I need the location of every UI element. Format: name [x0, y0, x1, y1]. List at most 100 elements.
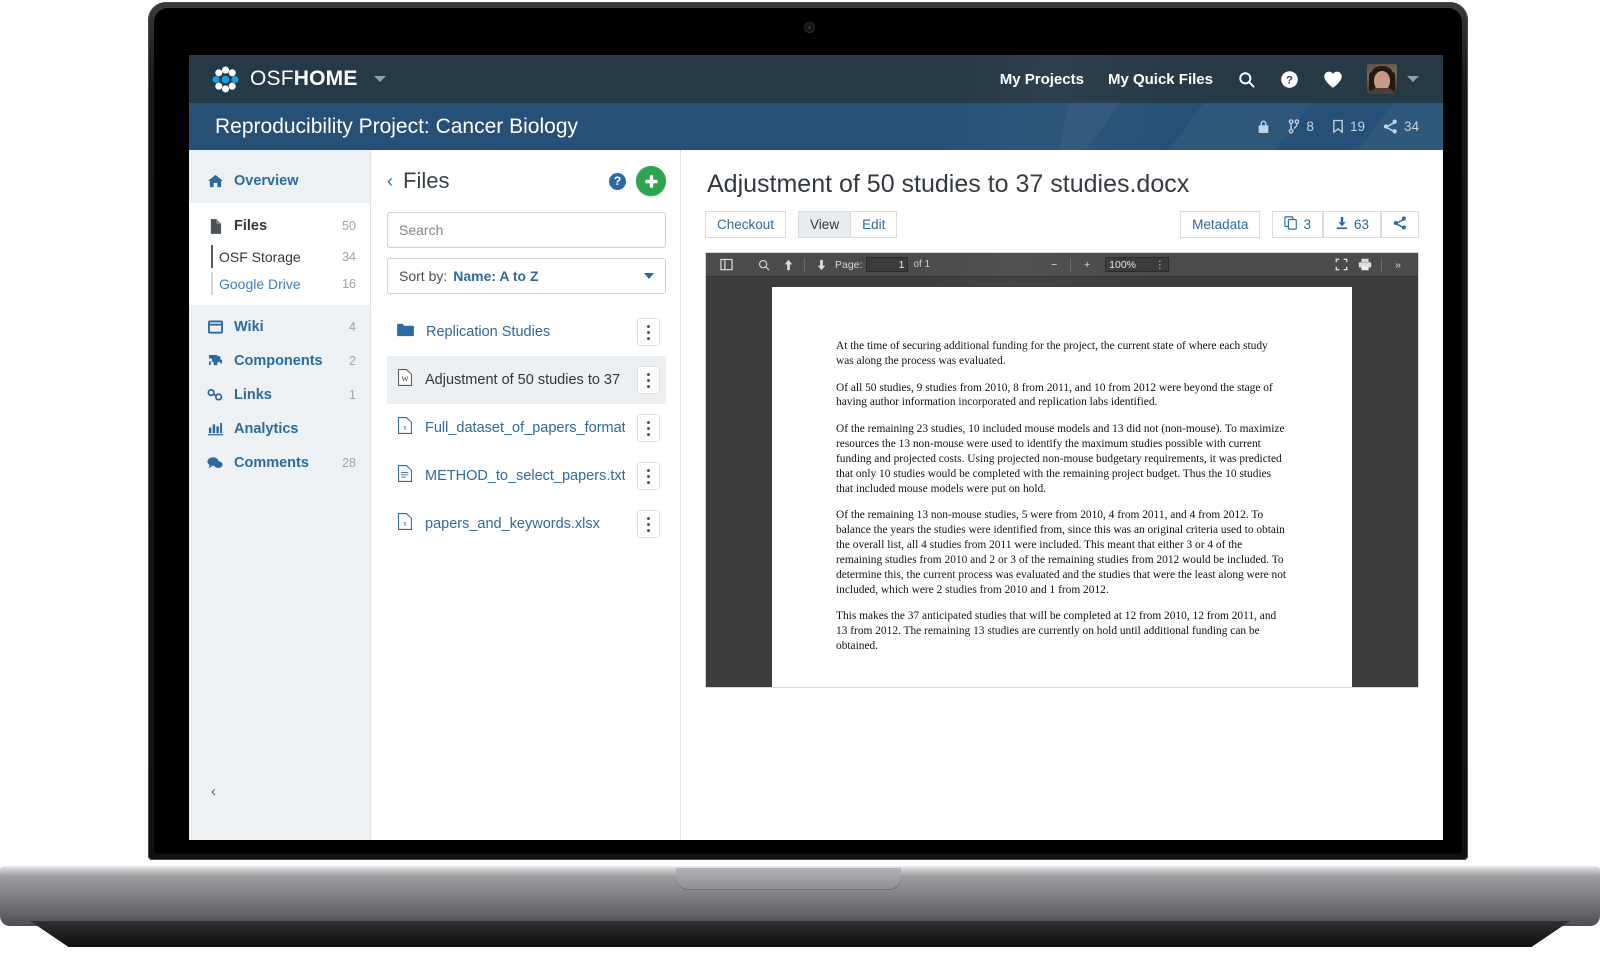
list-item-label: papers_and_keywords.xlsx — [425, 516, 600, 532]
sidebar-item-comments-label: Comments — [234, 455, 309, 471]
zoom-level-select[interactable]: 100% ⋮ — [1105, 257, 1170, 272]
sidebar-collapse-chevron-left-icon[interactable]: ‹ — [211, 783, 216, 800]
project-sidebar: Overview Files 50 OSF Storage 34 Google … — [189, 150, 371, 840]
folder-icon — [397, 323, 414, 342]
list-item-label: Adjustment of 50 studies to 37 — [425, 372, 621, 388]
list-item[interactable]: METHOD_to_select_papers.txt — [387, 452, 666, 500]
document-page: At the time of securing additional fundi… — [772, 287, 1352, 687]
row-menu-button[interactable] — [637, 510, 660, 538]
arrow-up-icon[interactable] — [776, 255, 800, 275]
row-menu-button[interactable] — [637, 462, 660, 490]
sidebar-toggle-icon[interactable] — [714, 255, 738, 275]
sidebar-item-comments[interactable]: Comments 28 — [189, 446, 370, 480]
checkout-button[interactable]: Checkout — [705, 211, 787, 238]
pdf-page-stage[interactable]: At the time of securing additional fundi… — [706, 277, 1418, 687]
zoom-in-button[interactable]: + — [1075, 255, 1099, 275]
app-body: Overview Files 50 OSF Storage 34 Google … — [189, 150, 1443, 840]
help-icon[interactable]: ? — [1280, 70, 1299, 89]
laptop-notch — [676, 868, 901, 890]
sidebar-item-analytics[interactable]: Analytics — [189, 412, 370, 446]
sidebar-item-google-drive[interactable]: Google Drive 16 — [189, 270, 370, 297]
list-item[interactable]: x Full_dataset_of_papers_formatt — [387, 404, 666, 452]
user-menu-chevron-down-icon[interactable] — [1407, 76, 1419, 82]
sidebar-item-comments-count: 28 — [342, 456, 356, 470]
list-item[interactable]: Replication Studies — [387, 308, 666, 356]
sidebar-item-wiki-label: Wiki — [234, 319, 264, 335]
sidebar-item-google-drive-count: 16 — [342, 276, 356, 291]
metadata-button[interactable]: Metadata — [1180, 211, 1261, 238]
chevron-left-icon[interactable]: ‹ — [387, 172, 393, 190]
lock-icon[interactable] — [1257, 119, 1270, 134]
list-item[interactable]: W Adjustment of 50 studies to 37 — [387, 356, 666, 404]
osf-home-brand[interactable]: OSFHOME — [211, 65, 386, 94]
file-actions: Metadata 3 63 — [1180, 211, 1419, 238]
comments-icon — [207, 456, 223, 470]
share-count[interactable]: 34 — [1383, 119, 1419, 134]
list-item-label: Replication Studies — [426, 324, 551, 340]
help-icon[interactable]: ? — [609, 172, 626, 190]
links-icon — [207, 388, 223, 402]
nav-my-projects[interactable]: My Projects — [1000, 71, 1084, 88]
sort-by-label: Sort by: — [399, 268, 448, 284]
list-item-label: Full_dataset_of_papers_formatt — [425, 420, 625, 436]
nav-my-quick-files[interactable]: My Quick Files — [1108, 71, 1213, 88]
sidebar-item-osf-storage[interactable]: OSF Storage 34 — [189, 243, 370, 270]
search-icon[interactable] — [1237, 70, 1256, 89]
print-icon[interactable] — [1353, 255, 1377, 275]
brand-home: HOME — [293, 67, 358, 90]
brand-text: OSFHOME — [250, 67, 358, 91]
arrow-down-icon[interactable] — [809, 255, 833, 275]
sidebar-item-links-count: 1 — [349, 388, 356, 402]
sidebar-item-wiki[interactable]: Wiki 4 — [189, 310, 370, 344]
row-menu-button[interactable] — [637, 318, 660, 346]
search-input[interactable] — [387, 212, 666, 248]
edit-tab[interactable]: Edit — [850, 211, 898, 238]
download-button[interactable]: 63 — [1322, 211, 1381, 238]
chevron-down-icon — [644, 273, 654, 279]
files-panel-title: Files — [403, 168, 450, 193]
document-title: Adjustment of 50 studies to 37 studies.d… — [707, 170, 1190, 198]
list-item[interactable]: x papers_and_keywords.xlsx — [387, 500, 666, 548]
sidebar-item-files[interactable]: Files 50 — [189, 209, 370, 243]
avatar[interactable] — [1367, 64, 1397, 94]
document-paragraph: Of the remaining 23 studies, 10 included… — [836, 423, 1285, 495]
laptop-frame: OSFHOME My Projects My Quick Files ? Rep… — [0, 0, 1600, 953]
toolbar-separator — [804, 257, 805, 272]
sidebar-item-overview-label: Overview — [234, 173, 299, 189]
sidebar-item-overview[interactable]: Overview — [189, 164, 370, 198]
word-file-icon: W — [397, 369, 413, 391]
sort-by-value: Name: A to Z — [453, 268, 539, 284]
sidebar-item-osf-storage-label: OSF Storage — [219, 248, 301, 265]
document-paragraph: At the time of securing additional fundi… — [836, 340, 1268, 367]
more-tools-button[interactable]: » — [1386, 255, 1410, 275]
file-detail-pane: Adjustment of 50 studies to 37 studies.d… — [681, 150, 1443, 840]
sub-item-rail — [211, 272, 213, 295]
row-menu-button[interactable] — [637, 366, 660, 394]
top-navbar-right: My Projects My Quick Files ? — [1000, 64, 1419, 94]
view-tab[interactable]: View — [798, 211, 851, 238]
svg-text:x: x — [403, 423, 407, 432]
sidebar-item-wiki-count: 4 — [349, 320, 356, 334]
row-menu-button[interactable] — [637, 414, 660, 442]
versions-count: 3 — [1303, 217, 1311, 232]
page-total: of 1 — [913, 259, 931, 270]
sort-by-select[interactable]: Sort by: Name: A to Z — [387, 258, 666, 294]
add-file-button[interactable] — [636, 166, 666, 196]
files-panel: ‹ Files ? Sort by: Name: A to Z — [371, 150, 681, 840]
sidebar-item-components[interactable]: Components 2 — [189, 344, 370, 378]
favorites-icon[interactable] — [1323, 70, 1343, 89]
page-number-input[interactable] — [866, 257, 909, 272]
download-count: 63 — [1353, 217, 1369, 232]
fullscreen-icon[interactable] — [1329, 255, 1353, 275]
sidebar-item-links[interactable]: Links 1 — [189, 378, 370, 412]
components-icon — [207, 354, 223, 369]
share-button[interactable] — [1381, 211, 1419, 238]
versions-button[interactable]: 3 — [1272, 211, 1323, 238]
bookmark-count[interactable]: 19 — [1332, 119, 1365, 134]
sidebar-item-google-drive-label: Google Drive — [219, 275, 301, 292]
fork-count[interactable]: 8 — [1288, 119, 1314, 134]
find-search-icon[interactable] — [752, 255, 776, 275]
chevron-down-icon[interactable] — [373, 76, 386, 82]
zoom-out-button[interactable]: − — [1042, 255, 1066, 275]
webcam-icon — [805, 23, 814, 32]
